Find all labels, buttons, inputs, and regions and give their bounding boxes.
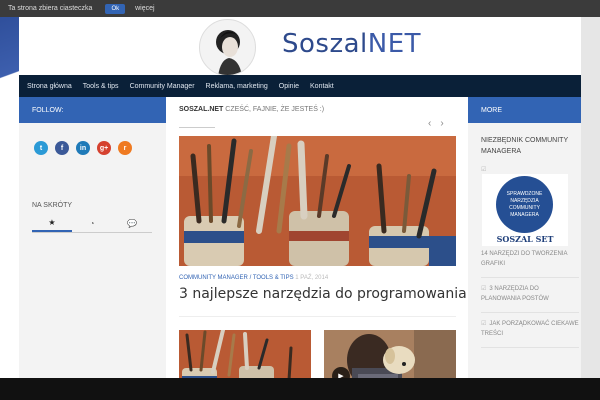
- tagline-underline: [179, 127, 215, 128]
- more-header: MORE: [468, 97, 581, 123]
- main-nav: Strona główna Tools & tips Community Man…: [19, 75, 581, 97]
- tab-comments[interactable]: 💬: [112, 215, 152, 232]
- left-sidebar: FOLLOW: t f in g+ r NA SKRÓTY ★ ◔ 💬: [19, 97, 166, 400]
- main-content: SOSZAL.NET CZEŚĆ, FAJNIE, ŻE JESTEŚ :) ‹…: [166, 97, 468, 400]
- right-sidebar: MORE NIEZBĘDNIK COMMUNITY MANAGERA ☑ SPR…: [468, 97, 581, 400]
- related-list: 14 NARZĘDZI DO TWORZENIA GRAFIKI ☑ 3 NARZ…: [481, 249, 579, 354]
- widget-title: NIEZBĘDNIK COMMUNITY MANAGERA: [481, 137, 568, 155]
- nav-item-contact[interactable]: Kontakt: [310, 83, 334, 90]
- rss-icon[interactable]: r: [118, 141, 132, 155]
- category-link[interactable]: TOOLS & TIPS: [253, 275, 294, 281]
- cookie-bar: Ta strona zbiera ciasteczka Ok więcej: [0, 0, 600, 17]
- social-links: t f in g+ r: [34, 141, 139, 155]
- category-link[interactable]: COMMUNITY MANAGER: [179, 275, 248, 281]
- promo-circle: SPRAWDZONE NARZĘDZIA COMMUNITY MANAGERA: [496, 176, 553, 233]
- list-item[interactable]: ☑ JAK PORZĄDKOWAĆ CIEKAWE TREŚCI: [481, 319, 579, 348]
- slider-arrows: ‹ ›: [428, 118, 453, 129]
- follow-header: FOLLOW:: [19, 97, 166, 123]
- tagline-site: SOSZAL.NET: [179, 106, 224, 113]
- site-tagline: SOSZAL.NET CZEŚĆ, FAJNIE, ŻE JESTEŚ :): [179, 106, 324, 113]
- site-header: SoszalNET: [19, 17, 581, 76]
- link-icon: ☑: [481, 167, 487, 173]
- shortcuts-label: NA SKRÓTY: [32, 202, 73, 209]
- nav-item-opinions[interactable]: Opinie: [279, 83, 299, 90]
- site-logo[interactable]: SoszalNET: [282, 29, 421, 59]
- tab-recent[interactable]: ◔: [72, 215, 112, 232]
- post-title[interactable]: 3 najlepsze narzędzia do programowania: [179, 286, 467, 302]
- twitter-icon[interactable]: t: [34, 141, 48, 155]
- list-item-text: 14 NARZĘDZI DO TWORZENIA GRAFIKI: [481, 251, 568, 267]
- post-meta: COMMUNITY MANAGER / TOOLS & TIPS 1 PAŹ, …: [179, 275, 328, 281]
- tab-popular[interactable]: ★: [32, 215, 72, 232]
- nav-item-marketing[interactable]: Reklama, marketing: [206, 83, 268, 90]
- next-arrow-icon[interactable]: ›: [440, 118, 443, 129]
- nav-item-tools[interactable]: Tools & tips: [83, 83, 119, 90]
- footer-background: [0, 378, 600, 400]
- cookie-more-link[interactable]: więcej: [135, 5, 154, 12]
- nav-item-community-manager[interactable]: Community Manager: [130, 83, 195, 90]
- promo-brand: SOSZAL SET: [496, 234, 554, 244]
- tagline-text: CZEŚĆ, FAJNIE, ŻE JESTEŚ :): [223, 106, 325, 113]
- promo-banner[interactable]: SPRAWDZONE NARZĘDZIA COMMUNITY MANAGERA …: [482, 174, 568, 246]
- clock-icon: ◔: [89, 219, 95, 228]
- star-icon: ★: [48, 218, 56, 227]
- link-icon: ☑: [481, 321, 487, 327]
- cookie-text: Ta strona zbiera ciasteczka: [8, 5, 93, 12]
- prev-arrow-icon[interactable]: ‹: [428, 118, 431, 129]
- post-date: 1 PAŹ, 2014: [293, 275, 329, 281]
- facebook-icon[interactable]: f: [55, 141, 69, 155]
- google-plus-icon[interactable]: g+: [97, 141, 111, 155]
- list-item-text: 3 NARZĘDZIA DO PLANOWANIA POSTÓW: [481, 286, 549, 302]
- list-item[interactable]: 14 NARZĘDZI DO TWORZENIA GRAFIKI: [481, 249, 579, 278]
- cookie-ok-button[interactable]: Ok: [105, 3, 126, 14]
- divider: [179, 316, 456, 317]
- logo-brand: Soszal: [282, 29, 368, 59]
- featured-image[interactable]: [179, 136, 456, 266]
- linkedin-icon[interactable]: in: [76, 141, 90, 155]
- nav-item-home[interactable]: Strona główna: [27, 83, 72, 90]
- list-item-text: JAK PORZĄDKOWAĆ CIEKAWE TREŚCI: [481, 321, 579, 337]
- comments-icon: 💬: [127, 219, 137, 228]
- logo-suffix: NET: [367, 29, 422, 59]
- shortcut-tabs: ★ ◔ 💬: [32, 215, 152, 233]
- list-item[interactable]: ☑ 3 NARZĘDZIA DO PLANOWANIA POSTÓW: [481, 284, 579, 313]
- link-icon: ☑: [481, 286, 487, 292]
- page-container: SoszalNET Strona główna Tools & tips Com…: [19, 17, 581, 400]
- logo-portrait-icon[interactable]: [199, 19, 256, 76]
